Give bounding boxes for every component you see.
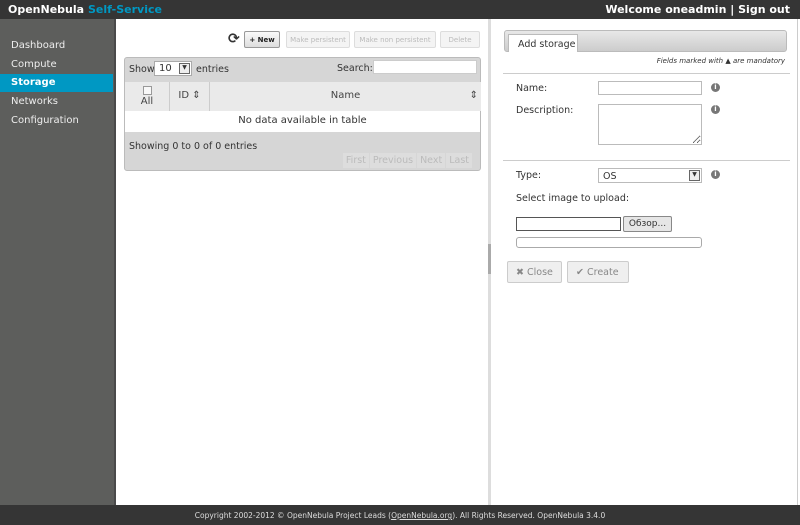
info-icon[interactable]: i bbox=[711, 105, 720, 114]
previous-page-button[interactable]: Previous bbox=[369, 153, 417, 168]
search-input[interactable] bbox=[373, 60, 477, 74]
logo: OpenNebula Self-Service bbox=[8, 3, 162, 16]
welcome-text: Welcome bbox=[605, 3, 662, 16]
sort-icon: ⇕ bbox=[192, 90, 201, 101]
first-page-button[interactable]: First bbox=[342, 153, 369, 168]
empty-row: No data available in table bbox=[125, 111, 480, 132]
sidebar-item-configuration[interactable]: Configuration bbox=[0, 112, 113, 130]
name-label: Name: bbox=[516, 83, 548, 94]
pagination: First Previous Next Last bbox=[342, 153, 472, 168]
chevron-down-icon: ▼ bbox=[689, 170, 700, 181]
id-label: ID bbox=[178, 90, 190, 101]
tab-add-storage[interactable]: Add storage bbox=[508, 34, 578, 52]
name-label: Name bbox=[330, 90, 361, 101]
length-value: 10 bbox=[159, 63, 172, 74]
mandatory-note: Fields marked with ▲ are mandatory bbox=[657, 57, 785, 65]
description-textarea[interactable] bbox=[598, 104, 702, 145]
mandatory-pre: Fields marked with bbox=[656, 57, 724, 65]
tab-bar: Add storage bbox=[504, 30, 787, 52]
all-label: All bbox=[140, 96, 154, 107]
table-info: Showing 0 to 0 of 0 entries bbox=[129, 141, 258, 152]
type-select[interactable]: OS ▼ bbox=[598, 168, 702, 183]
length-select[interactable]: 10 ▼ bbox=[154, 61, 192, 76]
close-icon: ✖ bbox=[516, 267, 524, 278]
info-icon[interactable]: i bbox=[711, 83, 720, 92]
separator: | bbox=[730, 3, 735, 16]
last-page-button[interactable]: Last bbox=[446, 153, 472, 168]
user-info: Welcome oneadmin | Sign out bbox=[605, 3, 790, 16]
storage-list-panel: ⟳ + New Make persistent Make non persist… bbox=[116, 19, 488, 505]
divider bbox=[503, 160, 790, 161]
sort-icon: ⇕ bbox=[469, 90, 478, 101]
create-button[interactable]: ✔ Create bbox=[567, 261, 629, 283]
sidebar-item-networks[interactable]: Networks bbox=[0, 93, 113, 111]
info-icon[interactable]: i bbox=[711, 170, 720, 179]
browse-button[interactable]: Обзор... bbox=[623, 216, 672, 232]
make-non-persistent-button[interactable]: Make non persistent bbox=[354, 31, 436, 48]
refresh-icon[interactable]: ⟳ bbox=[228, 31, 240, 47]
new-button[interactable]: + New bbox=[244, 31, 280, 48]
select-all-checkbox[interactable] bbox=[142, 86, 152, 95]
type-value: OS bbox=[603, 171, 617, 182]
copyright-post: ). All Rights Reserved. OpenNebula 3.4.0 bbox=[452, 511, 606, 520]
type-label: Type: bbox=[516, 170, 542, 181]
entries-label: entries bbox=[196, 64, 229, 75]
make-persistent-button[interactable]: Make persistent bbox=[286, 31, 350, 48]
add-storage-panel: Add storage Fields marked with ▲ are man… bbox=[491, 19, 798, 505]
select-all-header[interactable]: All bbox=[125, 82, 170, 111]
sign-out-link[interactable]: Sign out bbox=[738, 3, 790, 16]
upload-progress-bar bbox=[516, 237, 702, 248]
opennebula-link[interactable]: OpenNebula.org bbox=[391, 511, 452, 520]
copyright-pre: Copyright 2002-2012 © OpenNebula Project… bbox=[194, 511, 392, 520]
footer: Copyright 2002-2012 © OpenNebula Project… bbox=[0, 505, 800, 525]
column-header-id[interactable]: ID ⇕ bbox=[170, 82, 210, 111]
upload-label: Select image to upload: bbox=[516, 193, 630, 204]
close-button[interactable]: ✖ Close bbox=[507, 261, 562, 283]
brand-sub: Self-Service bbox=[87, 3, 162, 16]
delete-button[interactable]: Delete bbox=[440, 31, 480, 48]
show-label: Show bbox=[129, 64, 155, 75]
sidebar-item-storage[interactable]: Storage bbox=[0, 74, 113, 92]
brand: OpenNebula bbox=[8, 3, 85, 16]
chevron-down-icon: ▼ bbox=[179, 63, 190, 74]
top-bar: OpenNebula Self-Service Welcome oneadmin… bbox=[0, 0, 800, 19]
close-label: Close bbox=[527, 267, 553, 278]
mandatory-post: are mandatory bbox=[732, 57, 785, 65]
storage-table: Show 10 ▼ entries Search: All ID ⇕ Name ⇕ … bbox=[124, 57, 481, 171]
create-label: Create bbox=[587, 267, 619, 278]
check-icon: ✔ bbox=[576, 267, 584, 278]
username[interactable]: oneadmin bbox=[665, 3, 726, 16]
sidebar-item-compute[interactable]: Compute bbox=[0, 56, 113, 74]
sidebar-item-dashboard[interactable]: Dashboard bbox=[0, 37, 113, 55]
name-input[interactable] bbox=[598, 81, 702, 95]
file-path-input[interactable] bbox=[516, 217, 621, 231]
warning-icon: ▲ bbox=[725, 57, 731, 65]
search-label: Search: bbox=[337, 63, 373, 74]
sidebar: Dashboard Compute Storage Networks Confi… bbox=[0, 19, 116, 505]
next-page-button[interactable]: Next bbox=[417, 153, 446, 168]
column-header-name[interactable]: Name ⇕ bbox=[210, 82, 481, 111]
divider bbox=[503, 73, 790, 74]
description-label: Description: bbox=[516, 105, 574, 116]
